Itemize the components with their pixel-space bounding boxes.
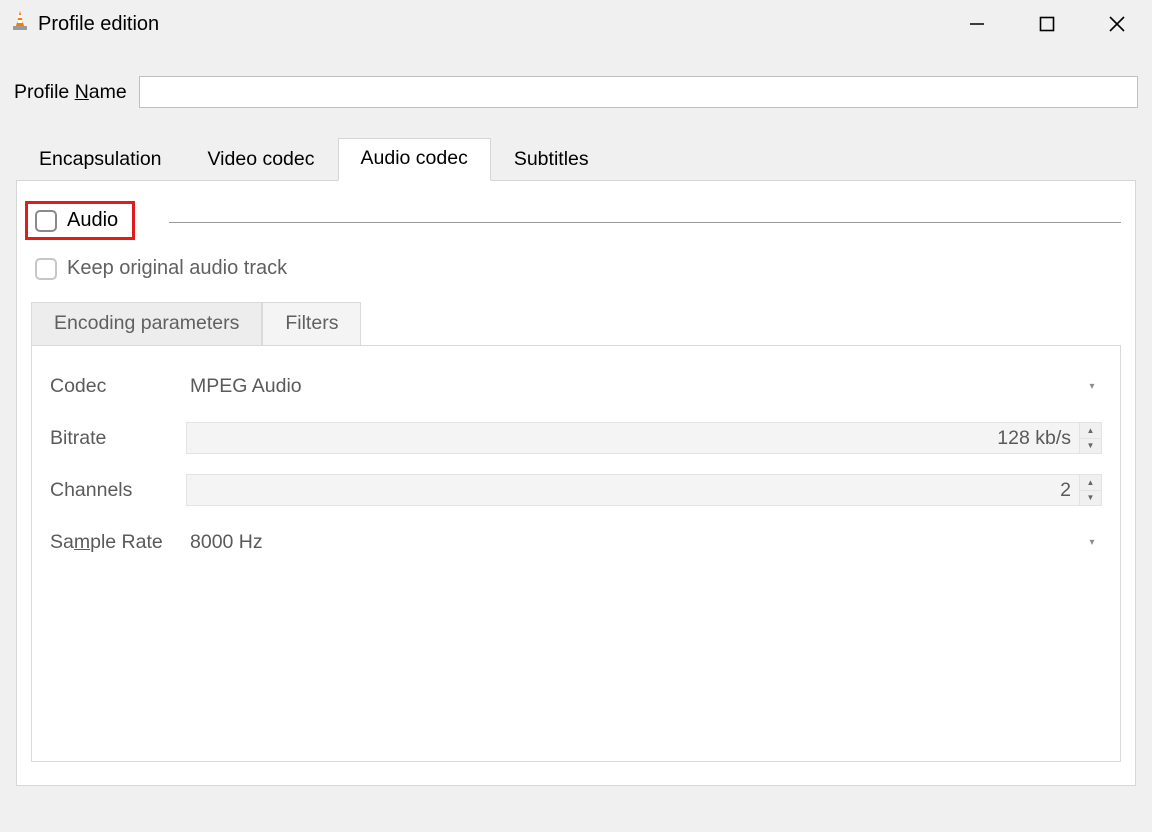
- audio-subtabs: Encoding parameters Filters: [31, 302, 1121, 346]
- chevron-down-icon: ▾: [1084, 381, 1100, 392]
- subtab-encoding-parameters[interactable]: Encoding parameters: [31, 302, 262, 345]
- channels-value: 2: [187, 479, 1079, 502]
- tab-video-codec[interactable]: Video codec: [185, 139, 338, 181]
- codec-value: MPEG Audio: [190, 375, 302, 398]
- keep-original-row: Keep original audio track: [35, 257, 1121, 280]
- close-button[interactable]: [1082, 0, 1152, 48]
- channels-spin-down[interactable]: ▼: [1080, 491, 1101, 506]
- bitrate-spin-down[interactable]: ▼: [1080, 439, 1101, 454]
- app-icon: [10, 10, 30, 38]
- bitrate-value: 128 kb/s: [187, 427, 1079, 450]
- audio-groupbox: Audio Keep original audio track Encoding…: [31, 207, 1121, 762]
- keep-original-checkbox[interactable]: [35, 258, 57, 280]
- profile-name-row: Profile Name: [12, 62, 1140, 138]
- profile-name-input[interactable]: [139, 76, 1138, 108]
- channels-spin-up[interactable]: ▲: [1080, 475, 1101, 491]
- groupbox-line: [169, 222, 1121, 223]
- codec-label: Codec: [50, 375, 186, 398]
- bitrate-label: Bitrate: [50, 427, 186, 450]
- bitrate-spin-up[interactable]: ▲: [1080, 423, 1101, 439]
- audio-group-label: Audio: [67, 209, 118, 232]
- bitrate-spin-buttons: ▲ ▼: [1079, 423, 1101, 453]
- channels-spinbox[interactable]: 2 ▲ ▼: [186, 474, 1102, 506]
- samplerate-row: Sample Rate 8000 Hz ▾: [50, 520, 1102, 564]
- encoding-parameters-panel: Codec MPEG Audio ▾ Bitrate 128 kb/s ▲ ▼: [31, 346, 1121, 762]
- keep-original-label: Keep original audio track: [67, 257, 287, 280]
- audio-enable-checkbox[interactable]: [35, 210, 57, 232]
- highlight-audio-checkbox: Audio: [25, 201, 135, 240]
- tab-encapsulation[interactable]: Encapsulation: [16, 139, 185, 181]
- window-controls: [942, 0, 1152, 48]
- minimize-button[interactable]: [942, 0, 1012, 48]
- samplerate-value: 8000 Hz: [190, 531, 263, 554]
- chevron-down-icon: ▾: [1084, 537, 1100, 548]
- subtab-filters[interactable]: Filters: [262, 302, 361, 345]
- codec-row: Codec MPEG Audio ▾: [50, 364, 1102, 408]
- codec-combo[interactable]: MPEG Audio ▾: [186, 370, 1102, 402]
- window-title: Profile edition: [38, 13, 159, 36]
- samplerate-combo[interactable]: 8000 Hz ▾: [186, 526, 1102, 558]
- tabs-top: Encapsulation Video codec Audio codec Su…: [12, 138, 1140, 181]
- tab-subtitles[interactable]: Subtitles: [491, 139, 612, 181]
- samplerate-label: Sample Rate: [50, 531, 186, 554]
- title-bar: Profile edition: [0, 0, 1152, 48]
- profile-name-label: Profile Name: [14, 81, 127, 104]
- bitrate-row: Bitrate 128 kb/s ▲ ▼: [50, 416, 1102, 460]
- bitrate-spinbox[interactable]: 128 kb/s ▲ ▼: [186, 422, 1102, 454]
- channels-label: Channels: [50, 479, 186, 502]
- tab-audio-codec[interactable]: Audio codec: [338, 138, 491, 181]
- channels-spin-buttons: ▲ ▼: [1079, 475, 1101, 505]
- audio-codec-panel: Audio Keep original audio track Encoding…: [16, 180, 1136, 786]
- maximize-button[interactable]: [1012, 0, 1082, 48]
- channels-row: Channels 2 ▲ ▼: [50, 468, 1102, 512]
